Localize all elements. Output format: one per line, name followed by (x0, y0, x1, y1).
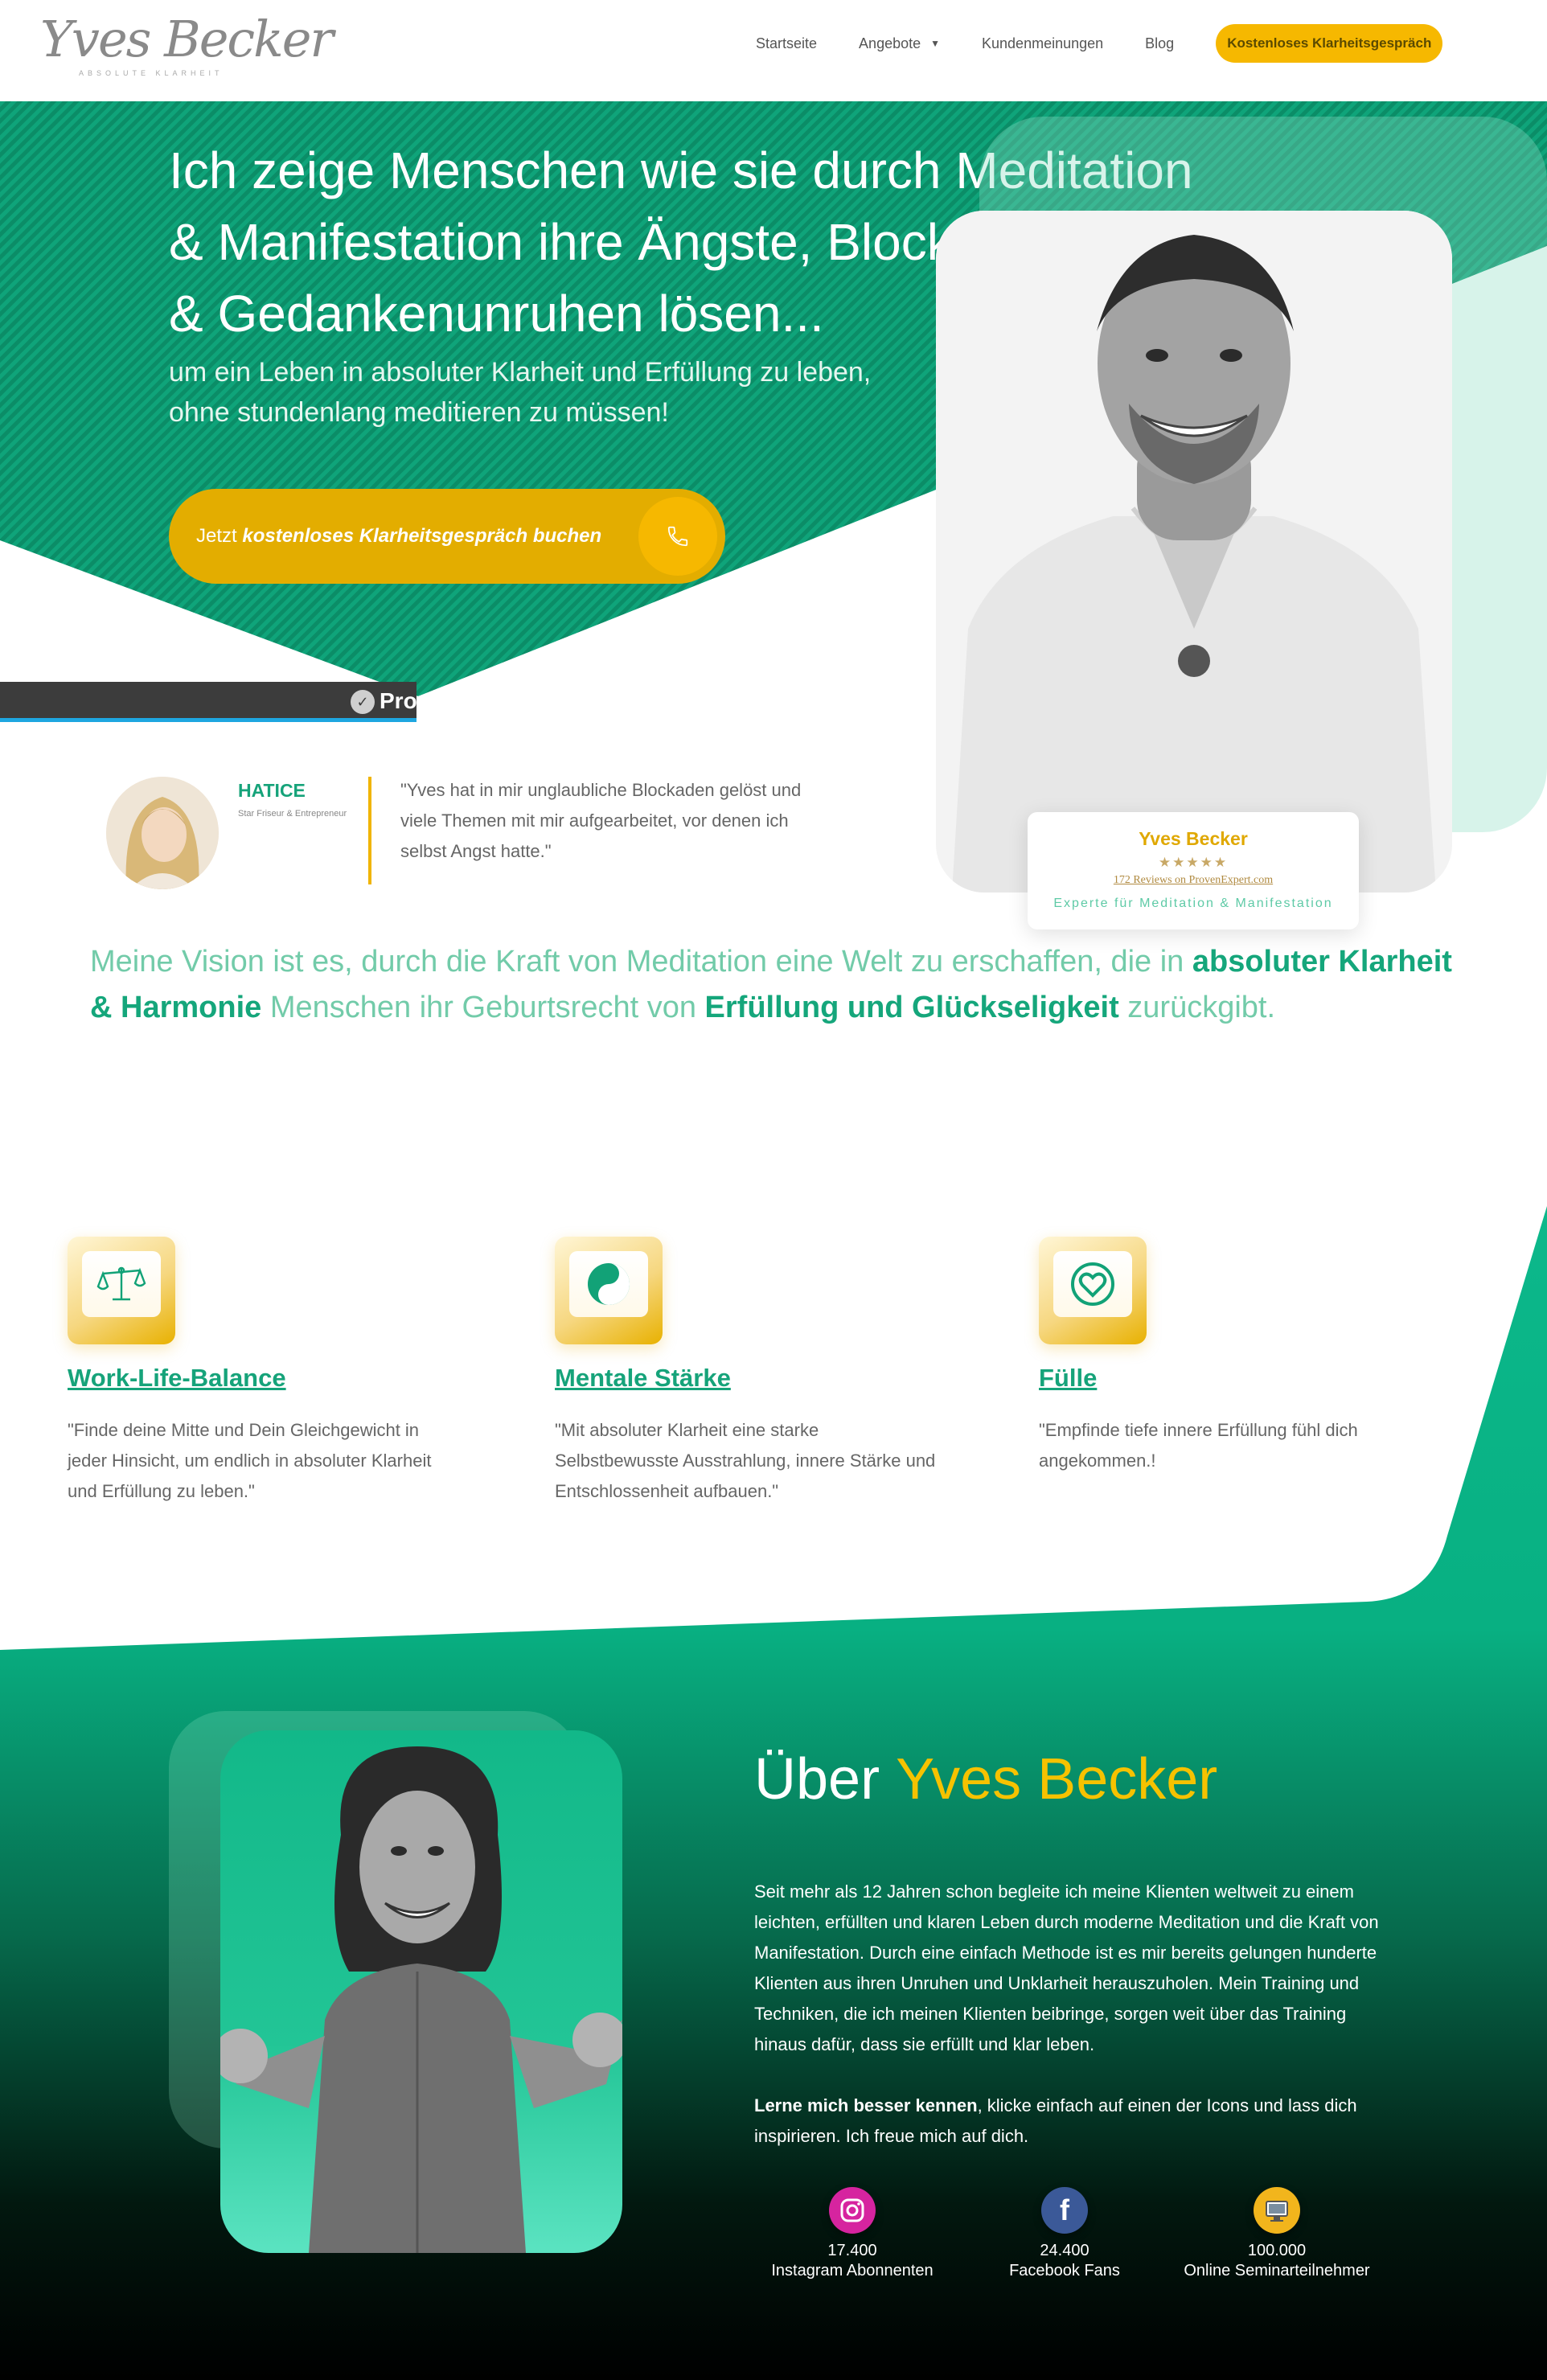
nav-item-kundenmeinungen[interactable]: Kundenmeinungen (982, 35, 1103, 52)
logo[interactable]: Yves Becker ABSOLUTE KLARHEIT (40, 10, 334, 82)
review-count-link[interactable]: 172 Reviews on ProvenExpert.com (1028, 874, 1359, 887)
logo-tagline: ABSOLUTE KLARHEIT (79, 69, 224, 77)
hero-subtitle: um ein Leben in absoluter Klarheit und E… (169, 357, 872, 428)
testimonial-divider (368, 777, 371, 884)
feature-text: "Empfinde tiefe innere Erfüllung fühl di… (1039, 1420, 1358, 1471)
stat-label: Online Seminarteilnehmer (1184, 2262, 1370, 2279)
heart-icon (1053, 1251, 1132, 1317)
stat-seminar[interactable]: 100.000 Online Seminarteilnehmer (1172, 2187, 1381, 2280)
proven-expert-card[interactable]: Yves Becker ★★★★★ 172 Reviews on ProvenE… (1028, 812, 1359, 929)
logo-name: Yves Becker (40, 10, 334, 68)
feature-icon-box (68, 1237, 175, 1344)
nav-item-angebote[interactable]: Angebote ▼ (859, 35, 940, 52)
main-nav: Startseite Angebote ▼ Kundenmeinungen Blo… (756, 24, 1443, 63)
site-header: Yves Becker ABSOLUTE KLARHEIT Startseite… (0, 0, 1547, 101)
feature-icon-box (1039, 1237, 1147, 1344)
vision-statement: Meine Vision ist es, durch die Kraft von… (90, 945, 1452, 1024)
stat-number: 17.400 (827, 2242, 877, 2259)
caret-down-icon: ▼ (930, 38, 941, 49)
stat-number: 24.400 (1040, 2242, 1089, 2259)
scales-icon (82, 1251, 161, 1317)
yin-yang-icon (569, 1251, 648, 1317)
review-card-name: Yves Becker (1139, 828, 1248, 849)
phone-icon (638, 497, 717, 576)
stat-facebook[interactable]: f 24.400 Facebook Fans (960, 2187, 1169, 2280)
testimonial-avatar (106, 777, 219, 889)
stat-instagram[interactable]: 17.400 Instagram Abonnenten (748, 2187, 957, 2280)
about-photo (220, 1730, 622, 2253)
feature-title[interactable]: Mentale Stärke (555, 1364, 973, 1393)
book-call-button[interactable]: Jetzt kostenloses Klarheitsgespräch buch… (169, 489, 725, 584)
monitor-icon (1254, 2187, 1300, 2234)
check-icon: ✓ (351, 690, 375, 714)
stat-label: Instagram Abonnenten (771, 2262, 934, 2279)
proven-expert-label: Pro (380, 688, 416, 713)
feature-fuelle: Fülle "Empfinde tiefe innere Erfüllung f… (1039, 1237, 1457, 1476)
portrait-photo (936, 211, 1452, 892)
book-call-label: Jetzt kostenloses Klarheitsgespräch buch… (196, 525, 602, 547)
nav-item-blog[interactable]: Blog (1145, 35, 1174, 52)
nav-item-startseite[interactable]: Startseite (756, 35, 817, 52)
stat-number: 100.000 (1247, 2242, 1307, 2259)
feature-title[interactable]: Work-Life-Balance (68, 1364, 486, 1393)
feature-mentale-staerke: Mentale Stärke "Mit absoluter Klarheit e… (555, 1237, 973, 1507)
about-text: Seit mehr als 12 Jahren schon begleite i… (754, 1881, 1379, 2054)
feature-text: "Mit absoluter Klarheit eine starke Selb… (555, 1420, 936, 1501)
proven-expert-bar[interactable]: ✓ Pro (0, 682, 416, 722)
feature-title[interactable]: Fülle (1039, 1364, 1457, 1393)
testimonial-quote: "Yves hat in mir unglaubliche Blockaden … (400, 780, 802, 861)
about-invite-text: Lerne mich besser kennen, klicke einfach… (754, 2095, 1357, 2146)
feature-text: "Finde deine Mitte und Dein Gleichgewich… (68, 1420, 432, 1501)
nav-cta-button[interactable]: Kostenloses Klarheitsgespräch (1216, 24, 1443, 63)
stat-label: Facebook Fans (1009, 2262, 1120, 2279)
testimonial-name: HATICE (238, 780, 306, 801)
instagram-icon (829, 2187, 876, 2234)
feature-icon-box (555, 1237, 663, 1344)
review-card-role: Experte für Meditation & Manifestation (1053, 897, 1333, 910)
testimonial-role: Star Friseur & Entrepreneur (238, 809, 347, 819)
rating-stars: ★★★★★ (1158, 855, 1229, 871)
feature-work-life-balance: Work-Life-Balance "Finde deine Mitte und… (68, 1237, 486, 1507)
facebook-icon: f (1041, 2187, 1088, 2234)
about-title: Über Yves Becker (754, 1747, 1218, 1812)
